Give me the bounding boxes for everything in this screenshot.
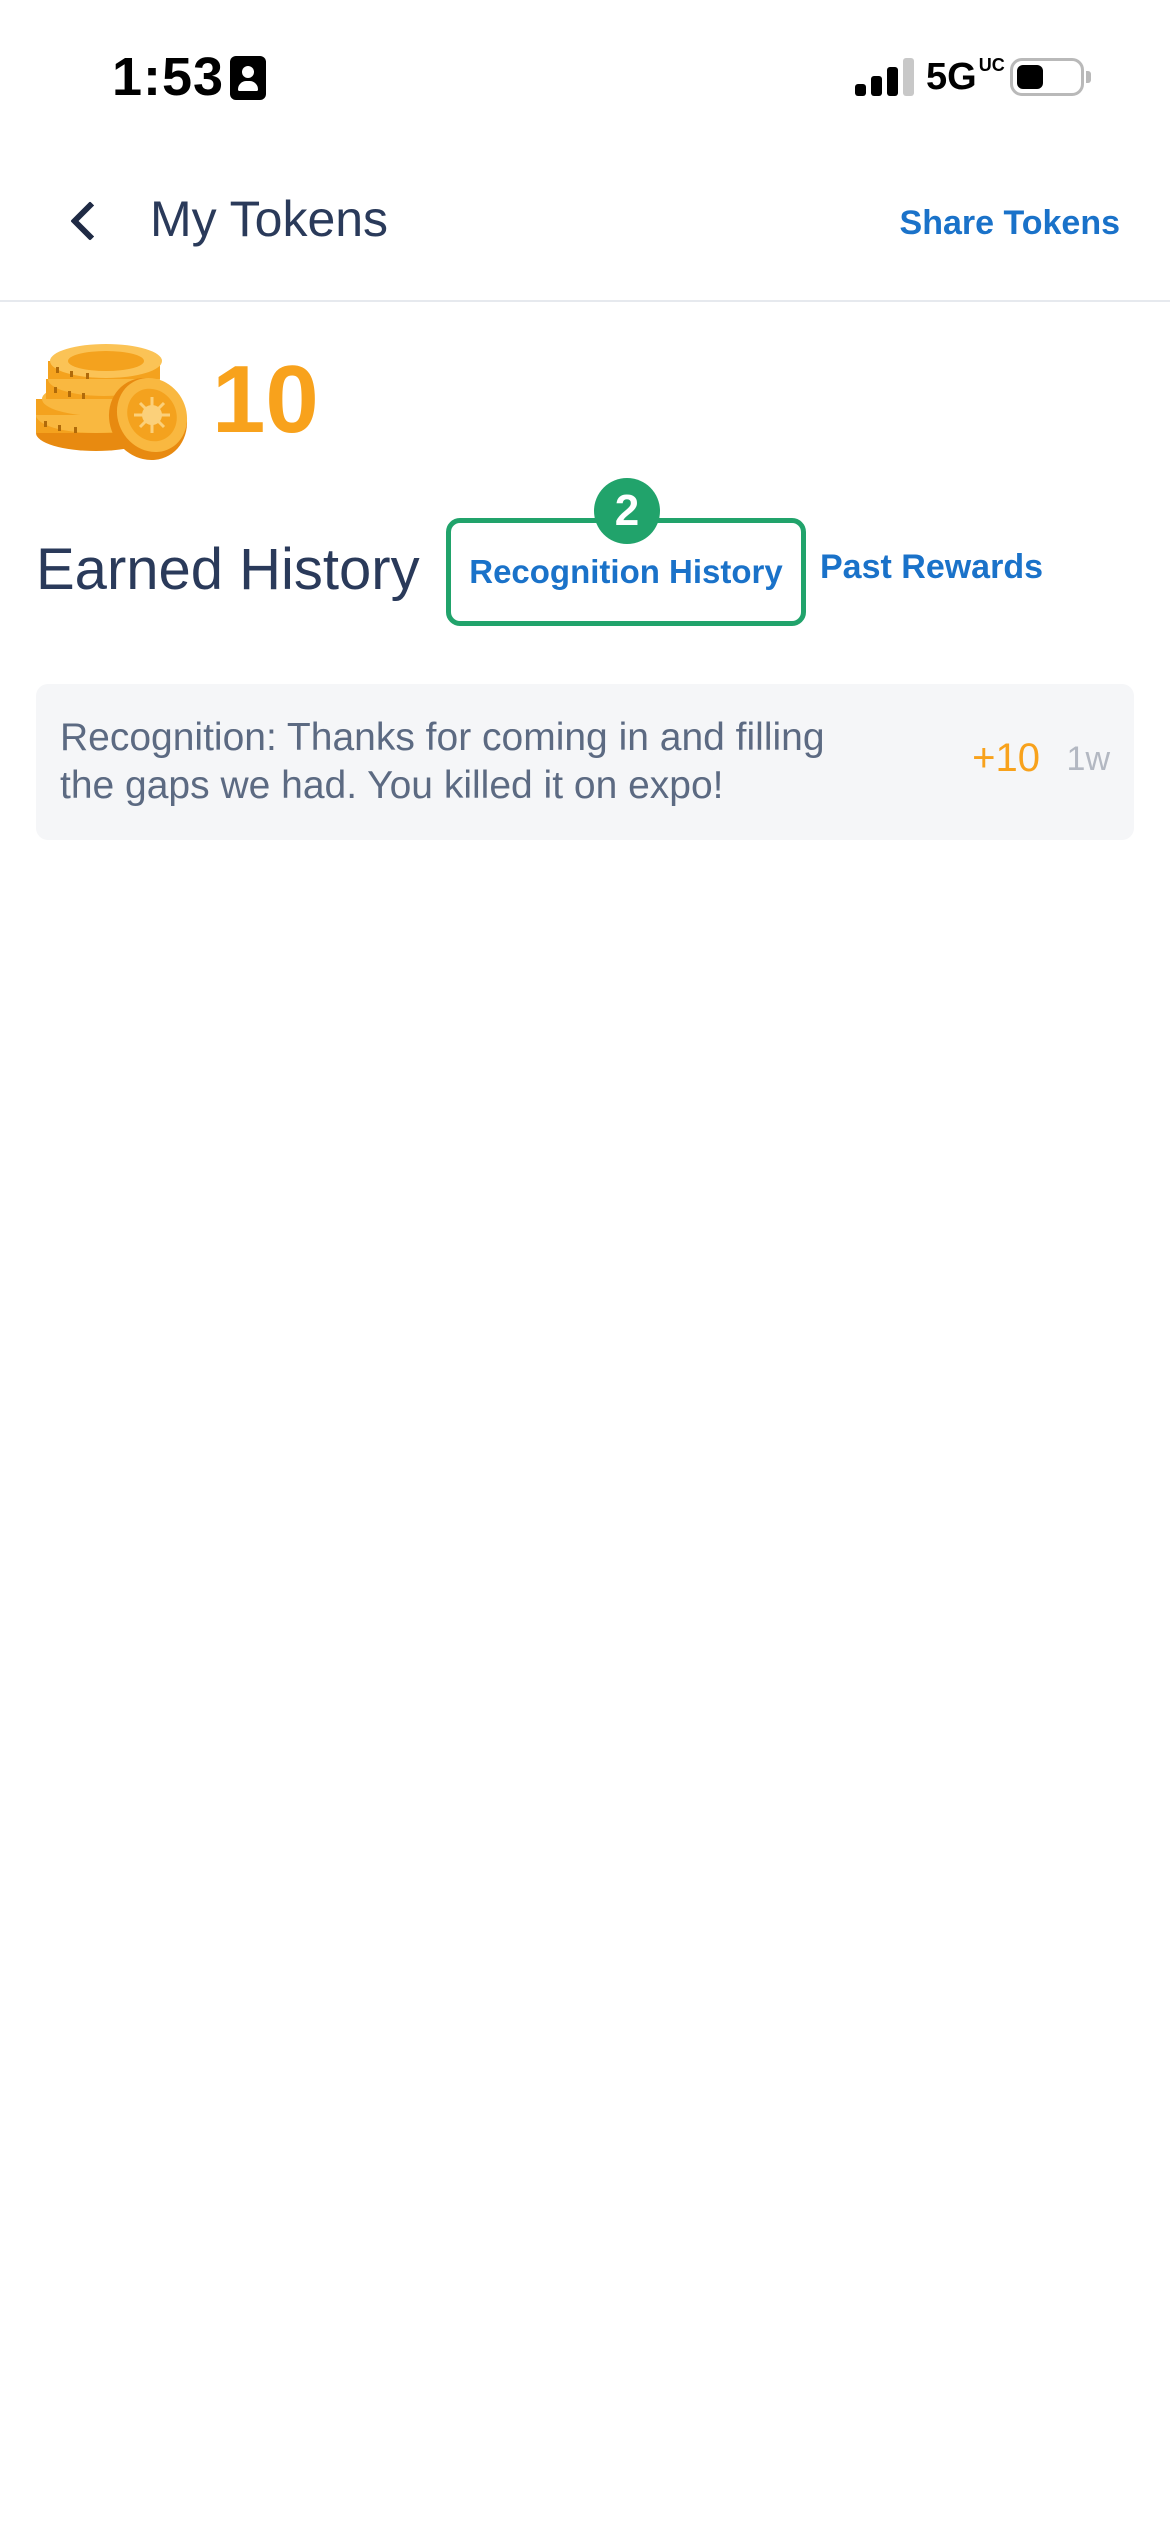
coins-icon (36, 344, 188, 461)
step-number-badge: 2 (594, 478, 660, 544)
status-bar: 1:53 5G UC (0, 0, 1170, 150)
network-type-sup: UC (978, 55, 1005, 75)
token-count: 10 (212, 346, 319, 453)
history-list: Recognition: Thanks for coming in and fi… (36, 684, 1134, 840)
earned-history-title: Earned History (36, 537, 420, 602)
cellular-signal-icon (855, 58, 915, 96)
back-button[interactable] (54, 190, 114, 250)
list-item[interactable]: Recognition: Thanks for coming in and fi… (36, 684, 1134, 840)
nav-header: My Tokens Share Tokens (0, 150, 1170, 302)
network-type-label: 5G (926, 56, 977, 98)
share-tokens-button[interactable]: Share Tokens (900, 204, 1120, 243)
tab-recognition-history-label: Recognition History (469, 553, 783, 590)
history-item-text: Recognition: Thanks for coming in and fi… (60, 716, 825, 807)
id-badge-icon (230, 56, 266, 100)
page-title: My Tokens (150, 191, 389, 247)
token-summary: 10 (34, 335, 434, 470)
history-item-points: +10 (972, 736, 1040, 780)
battery-icon (1010, 58, 1091, 96)
history-item-time: 1w (1066, 740, 1110, 778)
tab-past-rewards[interactable]: Past Rewards (820, 548, 1043, 587)
network-type: 5G UC (926, 55, 1005, 99)
status-time: 1:53 (112, 47, 225, 107)
